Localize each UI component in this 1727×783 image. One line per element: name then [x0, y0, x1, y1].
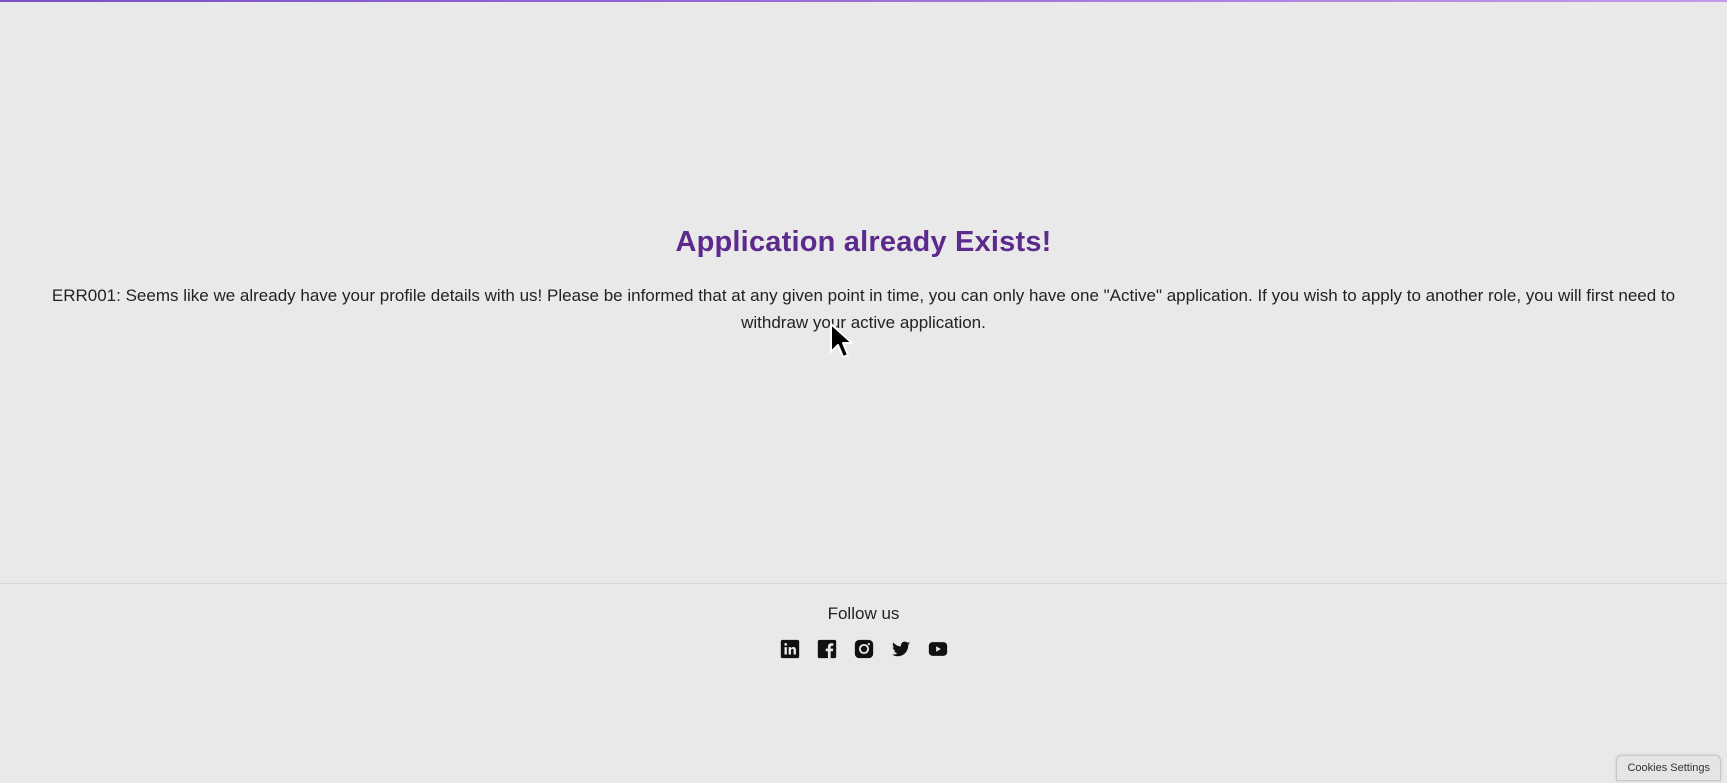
main-content: Application already Exists! ERR001: Seem… — [0, 0, 1727, 584]
footer: Follow us — [0, 584, 1727, 783]
youtube-icon[interactable] — [927, 638, 949, 660]
instagram-icon[interactable] — [853, 638, 875, 660]
error-message: ERR001: Seems like we already have your … — [51, 286, 1676, 332]
linkedin-icon[interactable] — [779, 638, 801, 660]
error-title: Application already Exists! — [675, 226, 1052, 258]
follow-us-label: Follow us — [827, 604, 900, 623]
cookies-settings-button[interactable]: Cookies Settings — [1616, 755, 1721, 781]
facebook-icon[interactable] — [816, 638, 838, 660]
social-links — [0, 638, 1727, 660]
twitter-icon[interactable] — [890, 638, 912, 660]
page: Application already Exists! ERR001: Seem… — [0, 0, 1727, 783]
